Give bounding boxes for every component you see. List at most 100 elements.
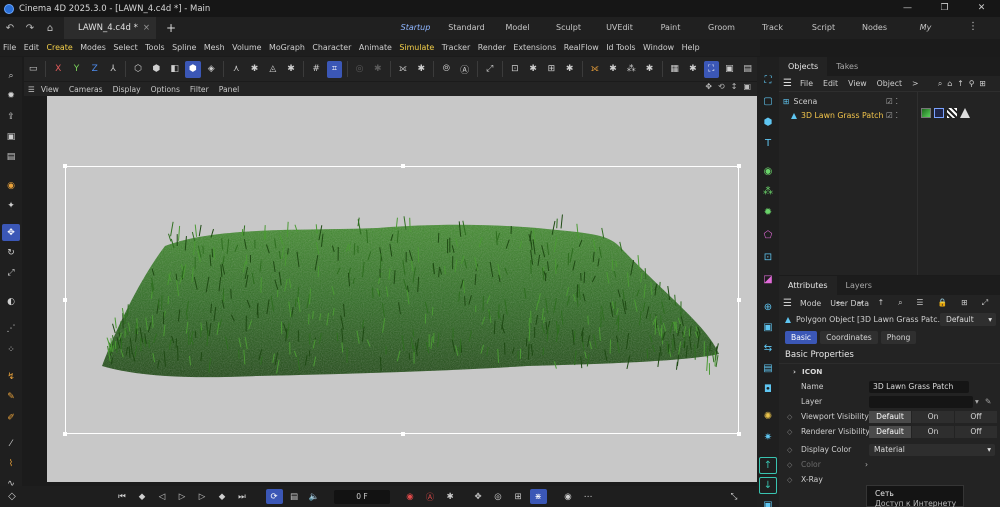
frame-selected-icon[interactable]: ⛶ <box>703 60 719 78</box>
subtab-basic[interactable]: Basic <box>785 330 818 344</box>
menu-character[interactable]: Character <box>312 43 351 52</box>
mesh-mode-icon[interactable]: ⬢ <box>149 61 164 78</box>
layout-tab-my[interactable]: My <box>900 17 951 39</box>
menu-mode[interactable]: Mode <box>800 299 821 308</box>
next-key-icon[interactable]: ◆ <box>214 489 231 504</box>
layout-tab-paint[interactable]: Paint <box>645 17 696 39</box>
bbox-handle[interactable] <box>737 298 741 302</box>
up-icon[interactable]: ↑ <box>878 298 885 308</box>
move-up-icon[interactable]: ↑ <box>759 457 777 474</box>
icon-group-toggle[interactable]: › ICON <box>779 364 1000 379</box>
undo-icon[interactable]: ↶ <box>0 23 20 34</box>
snap-settings-icon[interactable]: ✱ <box>283 61 298 78</box>
bbox-handle[interactable] <box>63 164 67 168</box>
effector-icon[interactable]: ✹ <box>759 204 777 221</box>
layer-field[interactable] <box>869 395 973 408</box>
objects-menu-view[interactable]: View <box>848 79 867 88</box>
minimize-button[interactable]: — <box>889 0 926 17</box>
symmetry-settings-icon[interactable]: ✱ <box>414 61 429 78</box>
menu-volume[interactable]: Volume <box>232 43 261 52</box>
interactive-render-icon[interactable]: ⤢ <box>482 61 497 78</box>
viewport-menu-filter[interactable]: Filter <box>190 85 209 94</box>
grid-icon[interactable]: # <box>309 61 324 78</box>
points-mode-icon[interactable]: ⁘ <box>2 341 20 358</box>
history-icon[interactable]: ☰ <box>916 298 923 308</box>
object-tree-row[interactable]: ⊞ Scena ☑ ⁚ <box>779 94 1000 108</box>
layout-tab-model[interactable]: Model <box>492 17 543 39</box>
viewport-menu-panel[interactable]: Panel <box>219 85 240 94</box>
rotate-tool-icon[interactable]: ↻ <box>2 244 20 261</box>
pick-layer-icon[interactable]: ✎ <box>985 397 991 406</box>
workplane-icon[interactable]: ⌗ <box>326 60 343 78</box>
null-object-icon[interactable]: ⛶ <box>759 72 777 89</box>
viewport-on-option[interactable]: On <box>912 410 954 423</box>
layout-tab-script[interactable]: Script <box>798 17 849 39</box>
clapper-settings-icon[interactable]: ▤ <box>740 61 755 78</box>
render-region-icon[interactable]: ⦾ <box>439 61 454 78</box>
menu-id-tools[interactable]: Id Tools <box>606 43 635 52</box>
menu-file[interactable]: File <box>3 43 16 52</box>
live-selection-icon[interactable]: ⋰ <box>2 320 20 337</box>
loop-icon[interactable]: ⟳ <box>265 489 283 504</box>
go-to-end-icon[interactable]: ⏭ <box>234 489 251 504</box>
material-tag-icon[interactable] <box>921 108 931 118</box>
render-queue-icon[interactable]: ⊞ <box>544 61 559 78</box>
scale-tool-icon[interactable]: ⤢ <box>2 264 20 281</box>
tab-layers[interactable]: Layers <box>837 276 881 295</box>
objects-more-icon[interactable]: > <box>912 79 919 88</box>
maximize-button[interactable]: ❐ <box>926 0 963 17</box>
environment-icon[interactable]: ⊕ <box>759 299 777 316</box>
export-icon[interactable]: ⇪ <box>2 108 20 125</box>
sculpt-settings-icon[interactable]: ✱ <box>605 61 620 78</box>
spline-icon[interactable]: ◪ <box>759 271 777 288</box>
name-field[interactable]: 3D Lawn Grass Patch <box>869 380 969 393</box>
render-settings-gear-icon[interactable]: ✱ <box>526 61 541 78</box>
bbox-handle[interactable] <box>63 298 67 302</box>
move-tool-icon[interactable]: ✥ <box>2 224 20 241</box>
menu-create[interactable]: Create <box>46 43 72 52</box>
bbox-handle[interactable] <box>401 432 405 436</box>
phong-tag-icon[interactable] <box>960 108 970 118</box>
field-icon[interactable]: ⊡ <box>759 249 777 266</box>
new-panel-icon[interactable]: ⊞ <box>961 298 968 308</box>
scene-object-icon[interactable]: ◘ <box>759 381 777 398</box>
z-axis-lock-button[interactable]: Z <box>87 61 102 78</box>
go-to-start-icon[interactable]: ⏮ <box>114 489 131 504</box>
visibility-flags[interactable]: ☑ ⁚ <box>886 111 898 120</box>
picture-settings-icon[interactable]: ✱ <box>685 61 700 78</box>
settings-icon[interactable]: ✹ <box>2 87 20 104</box>
play-icon[interactable]: ▷ <box>174 489 191 504</box>
renderer-off-option[interactable]: Off <box>955 425 997 438</box>
pan-icon[interactable]: ✥ <box>705 82 712 91</box>
objects-menu-file[interactable]: File <box>800 79 813 88</box>
menu-mesh[interactable]: Mesh <box>204 43 225 52</box>
cube-outline-icon[interactable]: ▢ <box>759 93 777 110</box>
record-icon[interactable]: ◉ <box>2 177 20 194</box>
render-view-icon[interactable]: ⊡ <box>507 61 522 78</box>
motion-system-icon[interactable]: ◉ <box>560 489 577 504</box>
tab-takes[interactable]: Takes <box>827 57 867 76</box>
render-options-icon[interactable]: ✱ <box>562 61 577 78</box>
snap-toggle-icon[interactable]: ◬ <box>265 61 280 78</box>
bbox-handle[interactable] <box>737 432 741 436</box>
menu-spline[interactable]: Spline <box>172 43 196 52</box>
display-color-dropdown[interactable]: Material ▾ <box>869 443 995 456</box>
render-object-icon[interactable]: ▤ <box>759 360 777 377</box>
new-tab-button[interactable]: + <box>166 21 176 35</box>
sculpt-icon[interactable]: ⁄ <box>2 435 20 452</box>
paint-icon[interactable]: ✐ <box>2 409 20 426</box>
folder-icon[interactable]: ▤ <box>286 489 303 504</box>
layout-tab-track[interactable]: Track <box>747 17 798 39</box>
menu-modes[interactable]: Modes <box>80 43 106 52</box>
previous-key-icon[interactable]: ◆ <box>134 489 151 504</box>
search-icon[interactable]: ⌕ <box>898 298 902 308</box>
x-axis-lock-button[interactable]: X <box>51 61 66 78</box>
text-icon[interactable]: T <box>759 135 777 152</box>
mograph-settings-icon[interactable]: ✱ <box>642 61 657 78</box>
position-key-icon[interactable]: ✥ <box>470 489 487 504</box>
layout-tab-startup[interactable]: Startup <box>390 17 441 39</box>
axis-settings-icon[interactable]: ✱ <box>247 61 262 78</box>
light-icon[interactable]: ⇆ <box>759 340 777 357</box>
up-arrow-icon[interactable]: ↑ <box>957 79 964 89</box>
maximize-view-icon[interactable]: ▣ <box>743 82 751 91</box>
